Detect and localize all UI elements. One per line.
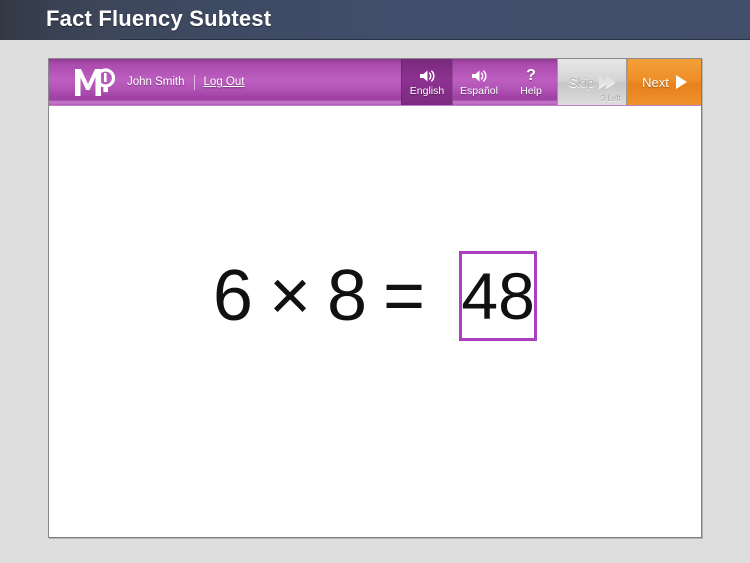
operator: × <box>268 256 311 336</box>
equals-sign: = <box>383 256 426 336</box>
skip-label: Skip <box>568 74 595 90</box>
play-triangle-icon <box>675 75 687 89</box>
equation: 6 × 8 = 48 <box>49 249 701 343</box>
question-stage: 6 × 8 = 48 <box>49 106 701 537</box>
speaker-icon <box>419 68 436 84</box>
skip-button-content: Skip <box>568 74 616 90</box>
double-chevron-right-icon <box>599 76 616 88</box>
english-audio-label: English <box>409 84 445 97</box>
help-button[interactable]: ? Help <box>505 59 557 105</box>
spanish-audio-label: Español <box>460 84 498 97</box>
answer-value: 48 <box>461 259 535 333</box>
skip-button[interactable]: Skip 3 Left <box>557 59 627 105</box>
toolbar-right-group: English Español ? Help Skip 3 Left Next <box>401 59 701 105</box>
english-audio-button[interactable]: English <box>401 59 453 105</box>
toolbar-left-group: John Smith Log Out <box>49 59 244 105</box>
next-label: Next <box>642 74 669 90</box>
user-name-label: John Smith <box>127 76 185 88</box>
operand-left: 6 <box>212 256 253 336</box>
toolbar: John Smith Log Out English Español ? Hel… <box>49 59 701 106</box>
answer-input-box[interactable]: 48 <box>459 251 538 341</box>
operand-right: 8 <box>327 256 368 336</box>
app-header: Fact Fluency Subtest <box>0 0 750 40</box>
toolbar-divider <box>193 74 195 90</box>
skip-remaining-label: 3 Left <box>600 94 621 103</box>
page-title: Fact Fluency Subtest <box>46 6 272 31</box>
question-mark-icon: ? <box>526 66 536 84</box>
logout-link[interactable]: Log Out <box>204 76 245 88</box>
mq-logo <box>73 65 116 99</box>
app-panel: John Smith Log Out English Español ? Hel… <box>48 58 702 538</box>
help-label: Help <box>520 84 542 97</box>
spanish-audio-button[interactable]: Español <box>453 59 505 105</box>
speaker-icon <box>471 68 488 84</box>
next-button[interactable]: Next <box>627 59 701 105</box>
